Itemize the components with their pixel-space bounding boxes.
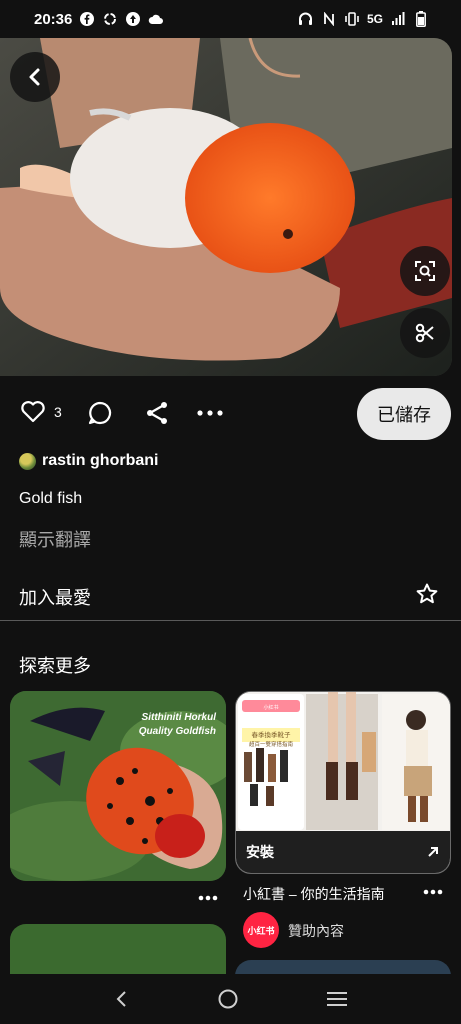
more-dots-icon bbox=[198, 895, 218, 901]
svg-text:小红书: 小红书 bbox=[263, 704, 278, 711]
more-options-button[interactable] bbox=[197, 410, 223, 416]
network-type: 5G bbox=[366, 12, 383, 26]
fish-caption-line1: Sitthiniti Horkul bbox=[141, 712, 216, 723]
like-count: 3 bbox=[54, 404, 62, 420]
ad-card-more-button[interactable] bbox=[423, 882, 443, 900]
nfc-icon bbox=[321, 11, 337, 27]
author-link[interactable]: rastin ghorbani bbox=[19, 452, 158, 470]
saved-button[interactable]: 已儲存 bbox=[357, 388, 451, 440]
pin-title: Gold fish bbox=[19, 490, 83, 507]
vibrate-icon bbox=[344, 11, 360, 27]
nav-back-icon[interactable] bbox=[113, 989, 131, 1009]
divider bbox=[0, 620, 461, 621]
status-left: 20:36 bbox=[34, 11, 164, 28]
add-to-favorites-row[interactable]: 加入最愛 bbox=[0, 578, 461, 620]
chevron-left-icon bbox=[29, 68, 40, 86]
cutout-button[interactable] bbox=[400, 308, 450, 358]
cloud-icon bbox=[148, 11, 164, 27]
nav-recents-icon[interactable] bbox=[326, 990, 348, 1008]
battery-icon bbox=[413, 11, 429, 27]
signal-icon bbox=[390, 11, 406, 27]
share-icon bbox=[147, 402, 167, 424]
comment-icon bbox=[88, 401, 112, 425]
status-bar: 20:36 5G bbox=[0, 0, 461, 38]
arrow-up-right-icon bbox=[428, 847, 438, 857]
goldfish-photo bbox=[0, 38, 452, 376]
lens-search-icon bbox=[415, 261, 435, 281]
more-dots-icon bbox=[423, 889, 443, 895]
sponsored-label: 贊助內容 bbox=[288, 923, 344, 939]
boots-ad-image: 小红书 春季換季靴子 超百一雙穿搭指南 bbox=[236, 692, 450, 833]
star-icon[interactable] bbox=[415, 582, 439, 606]
fish-card-more-button[interactable] bbox=[198, 888, 218, 906]
install-label: 安裝 bbox=[246, 844, 274, 860]
ad-banner-line1: 春季換季靴子 bbox=[252, 730, 292, 739]
headphones-icon bbox=[298, 11, 314, 27]
author-name: rastin ghorbani bbox=[42, 452, 159, 469]
sync-icon bbox=[102, 11, 118, 27]
comment-button[interactable] bbox=[87, 400, 113, 426]
advertiser-logo[interactable]: 小红书 bbox=[243, 912, 279, 948]
author-avatar bbox=[19, 452, 36, 470]
visual-search-button[interactable] bbox=[400, 246, 450, 296]
related-pin-goldfish[interactable]: Sitthiniti Horkul Quality Goldfish bbox=[10, 691, 226, 881]
facebook-icon bbox=[79, 11, 95, 27]
scissors-icon bbox=[415, 323, 434, 343]
back-button[interactable] bbox=[10, 52, 60, 102]
ad-title: 小紅書 – 你的生活指南 bbox=[243, 886, 385, 902]
pin-image[interactable] bbox=[0, 38, 452, 376]
status-right: 5G bbox=[298, 11, 429, 27]
install-cta[interactable]: 安裝 bbox=[236, 831, 450, 873]
like-button[interactable]: 3 bbox=[20, 400, 62, 424]
sponsored-pin-xiaohongshu[interactable]: 小红书 春季換季靴子 超百一雙穿搭指南 安裝 bbox=[235, 691, 451, 874]
fish-card-caption: Sitthiniti Horkul Quality Goldfish bbox=[139, 711, 216, 739]
heart-icon bbox=[21, 401, 45, 423]
nav-home-icon[interactable] bbox=[217, 988, 239, 1010]
ad-banner-line2: 超百一雙穿搭指南 bbox=[249, 740, 294, 748]
pin-actions: 3 已儲存 bbox=[0, 388, 461, 440]
explore-more-heading: 探索更多 bbox=[19, 656, 91, 676]
add-to-favorites-label: 加入最愛 bbox=[19, 588, 91, 608]
show-translation-link[interactable]: 顯示翻譯 bbox=[19, 526, 91, 552]
fish-caption-line2: Quality Goldfish bbox=[138, 726, 216, 737]
clock: 20:36 bbox=[34, 10, 73, 28]
upload-icon bbox=[125, 11, 141, 27]
system-navigation-bar bbox=[0, 974, 461, 1024]
share-button[interactable] bbox=[144, 400, 170, 426]
more-dots-icon bbox=[197, 410, 223, 416]
